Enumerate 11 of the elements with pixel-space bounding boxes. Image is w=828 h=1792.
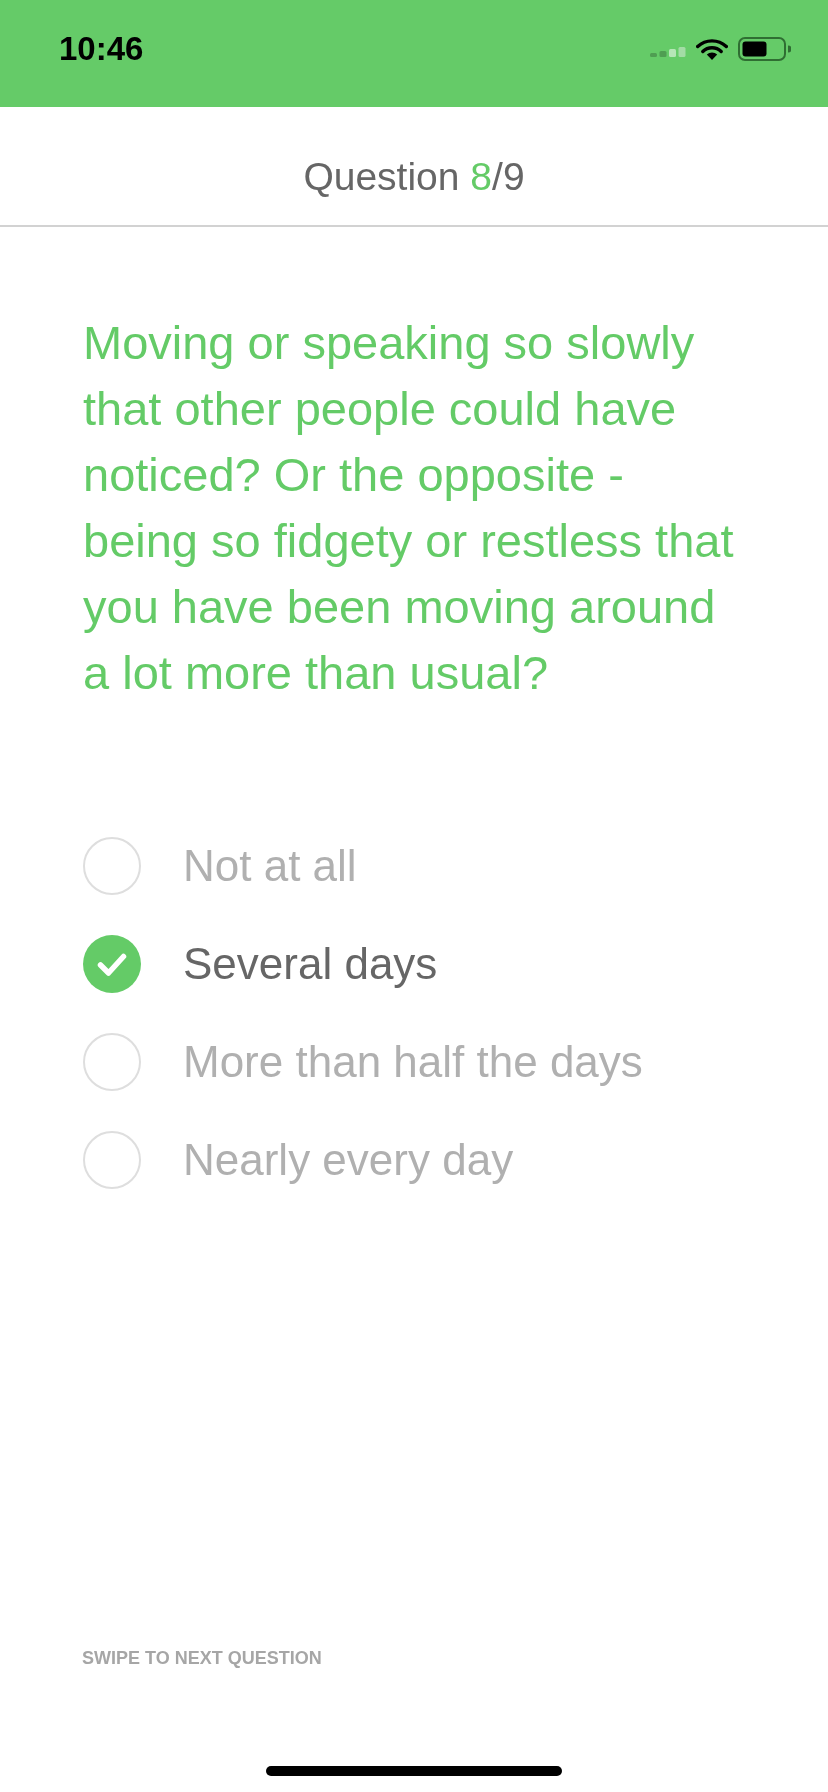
status-time: 10:46 (59, 29, 144, 68)
answer-option[interactable]: Not at all (83, 817, 357, 915)
wifi-icon (696, 37, 728, 60)
signal-icon (650, 46, 686, 57)
question-counter: Question 8/9 (303, 154, 525, 200)
answer-option[interactable]: Nearly every day (83, 1111, 514, 1209)
swipe-hint: SWIPE TO NEXT QUESTION (82, 1648, 322, 1669)
question-text: Moving or speaking so slowly that other people could have noticed? Or the opposite - being so fidgety or restless that you have been moving around a lot more than usual? (83, 315, 735, 701)
battery-icon (738, 36, 791, 61)
answer-option[interactable]: Several days (83, 915, 438, 1013)
answer-option[interactable]: More than half the days (83, 1013, 643, 1111)
